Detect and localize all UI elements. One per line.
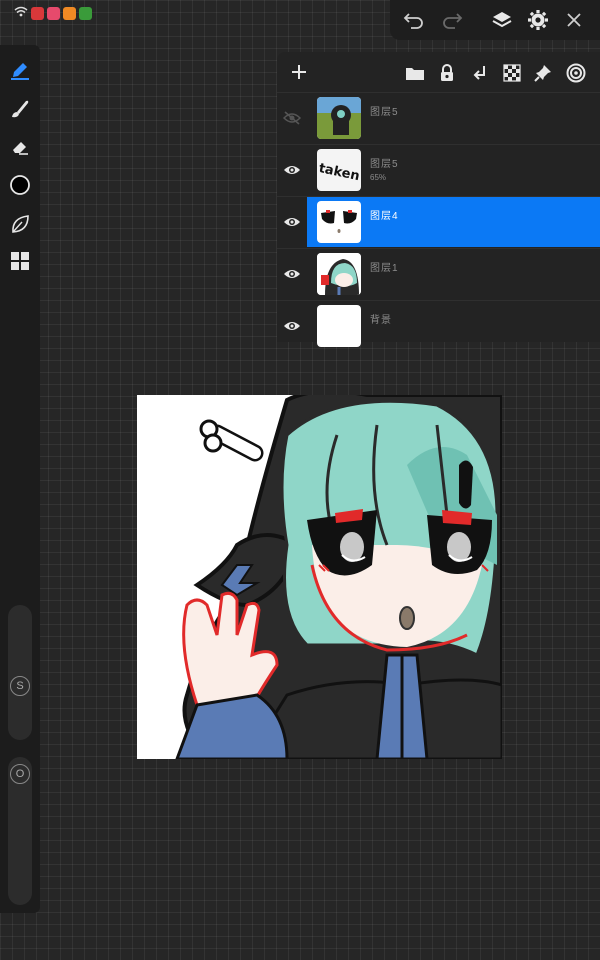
layer-name: 图层5 (370, 159, 399, 170)
close-icon[interactable] (562, 8, 586, 32)
folder-icon[interactable] (404, 62, 426, 84)
eraser-icon[interactable] (8, 135, 32, 159)
leaf-icon[interactable] (8, 212, 32, 236)
app-badge-icon (63, 6, 76, 20)
size-slider[interactable] (8, 605, 32, 740)
app-badge-icon (47, 6, 60, 20)
layer-body: taken 图层5 65% (307, 145, 600, 195)
layer-thumbnail (317, 201, 361, 243)
size-slider-label: S (10, 676, 30, 696)
layer-row-selected[interactable]: 图层4 (277, 196, 600, 247)
left-toolbar: S O (0, 45, 40, 913)
layer-thumbnail: taken (317, 149, 361, 191)
brush-icon[interactable] (8, 97, 32, 121)
lock-icon[interactable] (436, 62, 458, 84)
opacity-slider-label: O (10, 764, 30, 784)
layer-thumbnail (317, 253, 361, 295)
grid-icon[interactable] (8, 249, 32, 273)
layer-body: 背景 (307, 301, 600, 351)
undo-icon[interactable] (402, 8, 426, 32)
eye-icon[interactable] (277, 145, 307, 195)
thumbnail-taken-text: taken (317, 161, 361, 184)
wifi-icon (14, 4, 28, 22)
layers-panel: 图层5 taken 图层5 65% 图层4 图层1 背景 (277, 52, 600, 347)
layers-panel-header (277, 52, 600, 92)
checker-icon[interactable] (501, 62, 523, 84)
layer-name: 背景 (370, 315, 392, 326)
layer-thumbnail (317, 305, 361, 347)
target-icon[interactable] (565, 62, 587, 84)
layer-row[interactable]: 图层5 (277, 92, 600, 143)
status-left (14, 4, 92, 22)
eye-hidden-icon[interactable] (277, 93, 307, 143)
settings-icon[interactable] (526, 8, 550, 32)
layer-row[interactable]: 图层1 (277, 248, 600, 299)
pin-icon[interactable] (532, 62, 554, 84)
top-toolbar (390, 0, 600, 40)
pen-icon[interactable] (8, 58, 32, 82)
artwork (137, 395, 502, 759)
merge-down-icon[interactable] (469, 62, 491, 84)
layer-opacity: 65% (370, 173, 387, 182)
redo-icon[interactable] (440, 8, 464, 32)
layer-thumbnail (317, 97, 361, 139)
layer-body: 图层4 (307, 197, 600, 247)
add-layer-icon[interactable] (287, 60, 311, 84)
layer-row[interactable]: taken 图层5 65% (277, 144, 600, 195)
eye-icon[interactable] (277, 249, 307, 299)
app-badge-icon (31, 6, 44, 20)
eye-icon[interactable] (277, 197, 307, 247)
layer-body: 图层5 (307, 93, 600, 143)
eye-icon[interactable] (277, 301, 307, 351)
layer-name: 图层4 (370, 211, 399, 222)
layers-icon[interactable] (490, 8, 514, 32)
layer-name: 图层1 (370, 263, 399, 274)
layer-row[interactable]: 背景 (277, 300, 600, 351)
app-badge-icon (79, 6, 92, 20)
layer-name: 图层5 (370, 107, 399, 118)
color-swatch[interactable] (8, 173, 32, 197)
layer-body: 图层1 (307, 249, 600, 299)
drawing-canvas[interactable] (137, 395, 502, 759)
